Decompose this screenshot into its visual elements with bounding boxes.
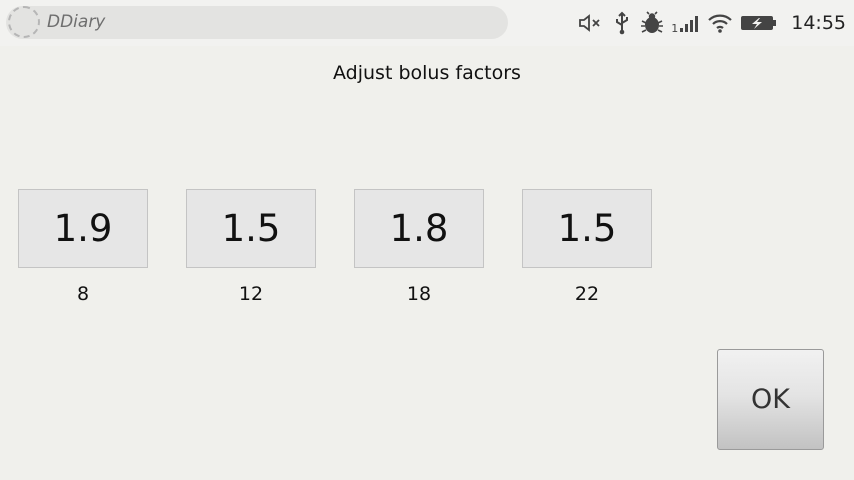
ok-button[interactable]: OK <box>717 349 824 450</box>
debug-bug-icon <box>641 11 664 33</box>
battery-charging-icon <box>741 16 777 30</box>
app-name: DDiary <box>47 12 106 32</box>
usb-icon <box>616 11 629 35</box>
bolus-factor-hour-1: 8 <box>76 283 90 305</box>
signal-sim-label: 1 <box>671 21 679 35</box>
bolus-factor-hour-3: 18 <box>406 283 432 305</box>
status-icons: 1 14:55 <box>577 0 854 46</box>
bolus-factor-hour-2: 12 <box>238 283 264 305</box>
wifi-icon <box>708 14 732 33</box>
bolus-factor-value-3[interactable]: 1.8 <box>354 189 484 268</box>
status-clock: 14:55 <box>791 12 846 34</box>
page-title: Adjust bolus factors <box>333 62 521 84</box>
bolus-factor-value-1[interactable]: 1.9 <box>18 189 148 268</box>
signal-icon <box>680 16 699 32</box>
mute-icon <box>579 14 600 32</box>
app-title-pill[interactable]: DDiary <box>6 6 508 39</box>
status-bar: DDiary 1 14:55 <box>0 0 854 46</box>
bolus-factor-hour-4: 22 <box>574 283 600 305</box>
bolus-factor-value-2[interactable]: 1.5 <box>186 189 316 268</box>
app-icon <box>8 6 40 38</box>
bolus-factor-value-4[interactable]: 1.5 <box>522 189 652 268</box>
